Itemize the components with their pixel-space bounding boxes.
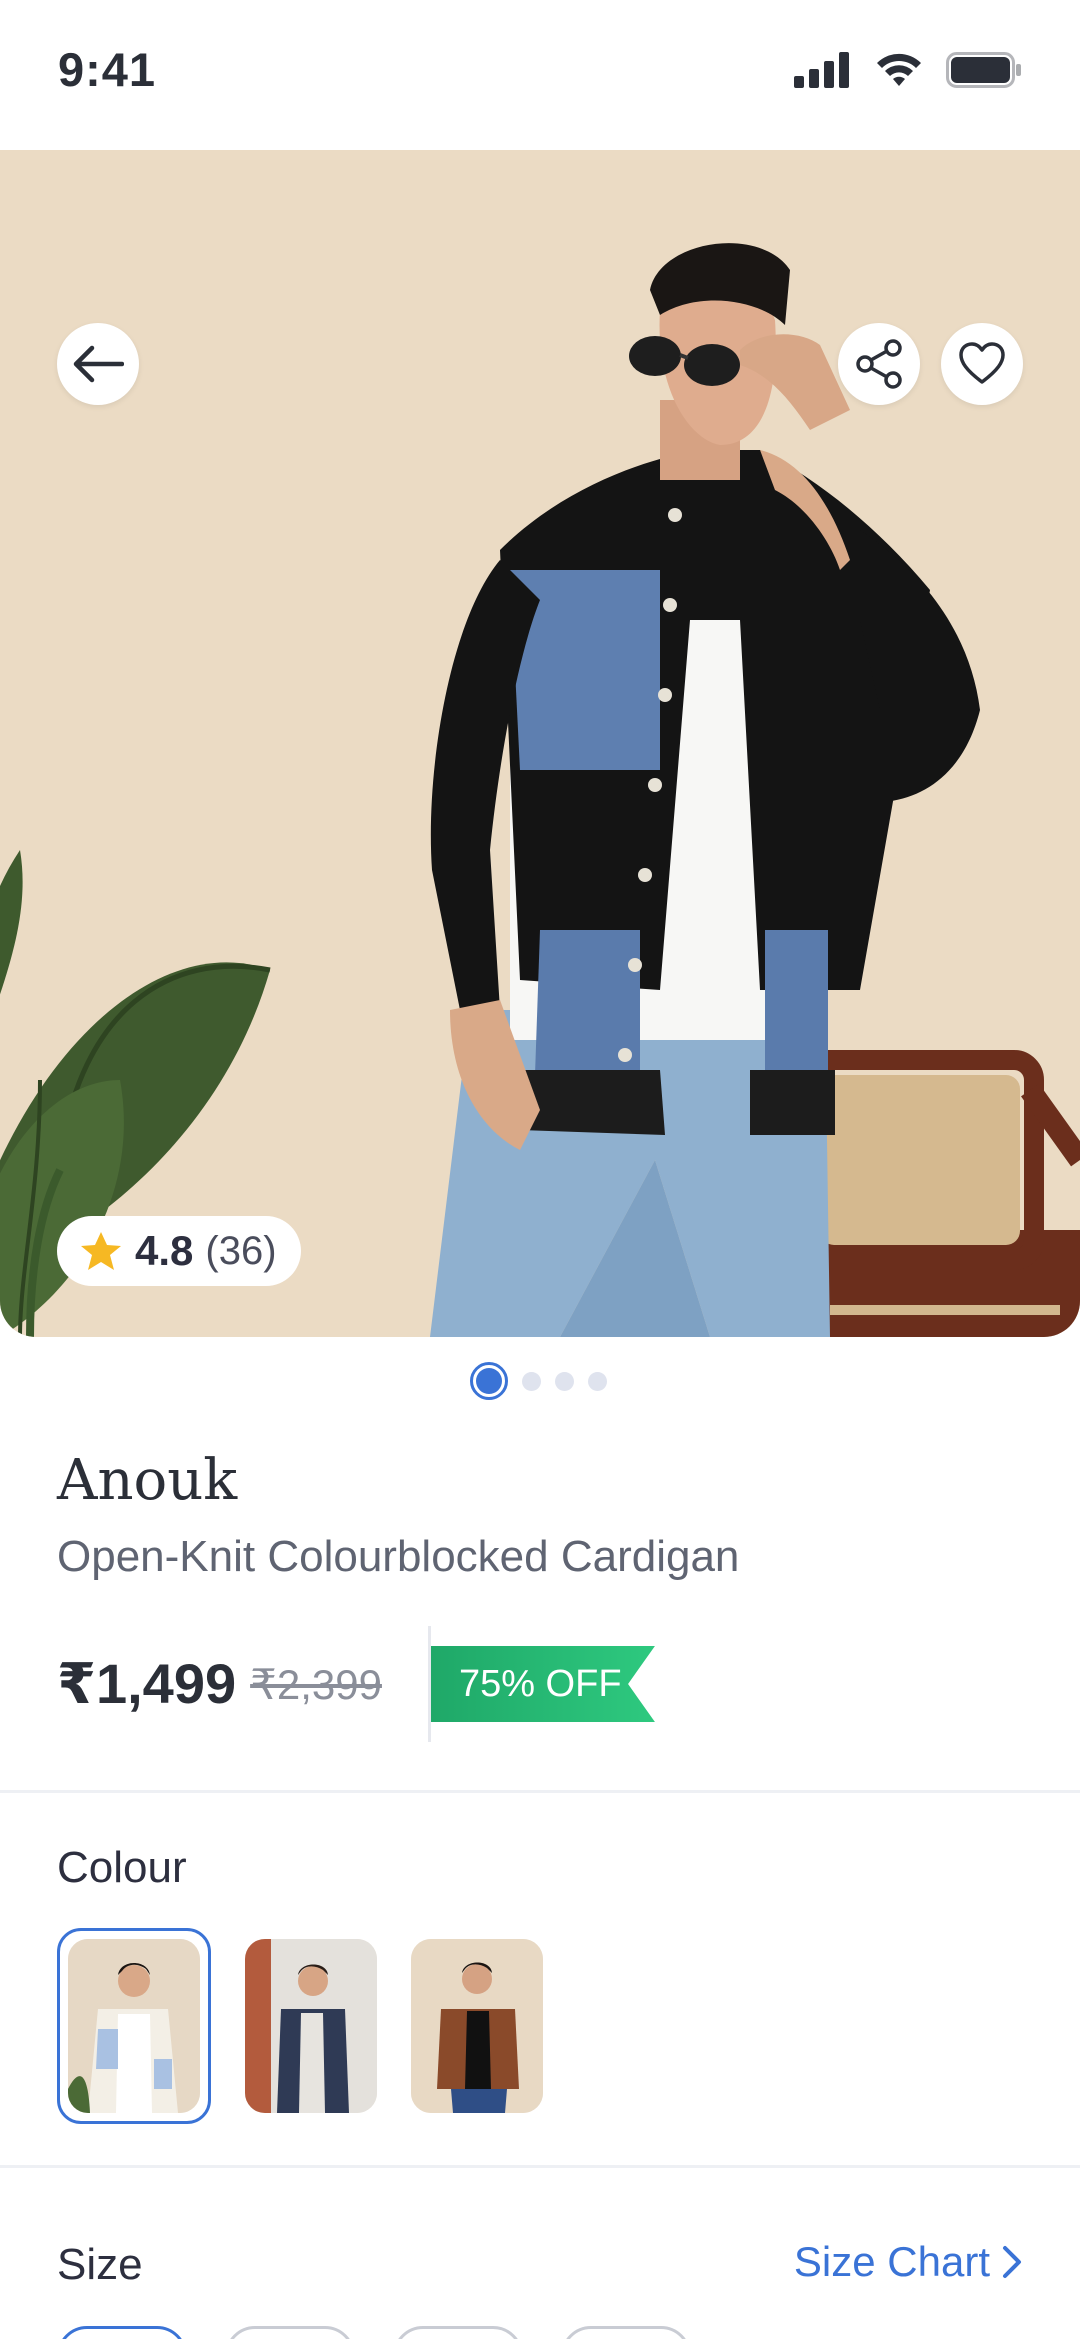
brand-name: Anouk <box>57 1448 238 1513</box>
size-chart-link[interactable]: Size Chart <box>794 2238 1022 2286</box>
size-option[interactable] <box>561 2326 691 2339</box>
product-image-gallery[interactable] <box>0 150 1080 1337</box>
size-section: Size Size Chart <box>0 2168 1080 2339</box>
colour-swatches <box>57 1928 543 2124</box>
battery-icon <box>946 52 1021 88</box>
rating-value: 4.8 <box>135 1227 194 1274</box>
colour-title: Colour <box>57 1843 187 1892</box>
share-button[interactable] <box>838 323 920 405</box>
heart-icon <box>959 342 1005 384</box>
star-icon <box>81 1232 121 1270</box>
pager-dot[interactable] <box>555 1371 574 1391</box>
chevron-right-icon <box>1003 2246 1021 2278</box>
colour-option-selected[interactable] <box>57 1928 211 2124</box>
price-row: ₹1,499 ₹2,399 75% OFF <box>57 1626 655 1742</box>
pager-dot[interactable] <box>522 1371 541 1391</box>
size-chart-label: Size Chart <box>793 2238 990 2285</box>
signal-icon <box>794 52 849 88</box>
selling-price: ₹1,499 <box>57 1652 237 1715</box>
size-options <box>57 2326 691 2339</box>
discount-badge: 75% OFF <box>430 1646 655 1722</box>
pager-dot-active[interactable] <box>470 1362 508 1400</box>
rating-count: (36) <box>205 1228 277 1273</box>
colour-thumbnail <box>68 1939 200 2113</box>
arrow-left-icon <box>73 345 124 383</box>
original-price: ₹2,399 <box>250 1660 382 1708</box>
colour-option[interactable] <box>245 1939 377 2113</box>
wifi-icon <box>877 53 921 86</box>
size-option[interactable] <box>225 2326 355 2339</box>
pager-dot[interactable] <box>588 1371 607 1391</box>
product-title: Open-Knit Colourblocked Cardigan <box>57 1532 740 1581</box>
colour-section: Colour <box>0 1790 1080 2168</box>
status-bar: 9:41 <box>0 0 1080 150</box>
wishlist-button[interactable] <box>941 323 1023 405</box>
colour-option[interactable] <box>411 1939 543 2113</box>
status-time: 9:41 <box>58 43 157 96</box>
product-photo <box>0 150 1080 1337</box>
size-option-selected[interactable] <box>57 2326 187 2339</box>
size-option[interactable] <box>393 2326 523 2339</box>
share-icon <box>856 339 902 389</box>
image-pager <box>470 1362 607 1400</box>
price-divider <box>427 1626 431 1742</box>
status-icons <box>794 52 1022 88</box>
rating-badge: 4.8 (36) <box>57 1216 301 1286</box>
back-button[interactable] <box>57 323 139 405</box>
size-title: Size <box>57 2240 143 2289</box>
